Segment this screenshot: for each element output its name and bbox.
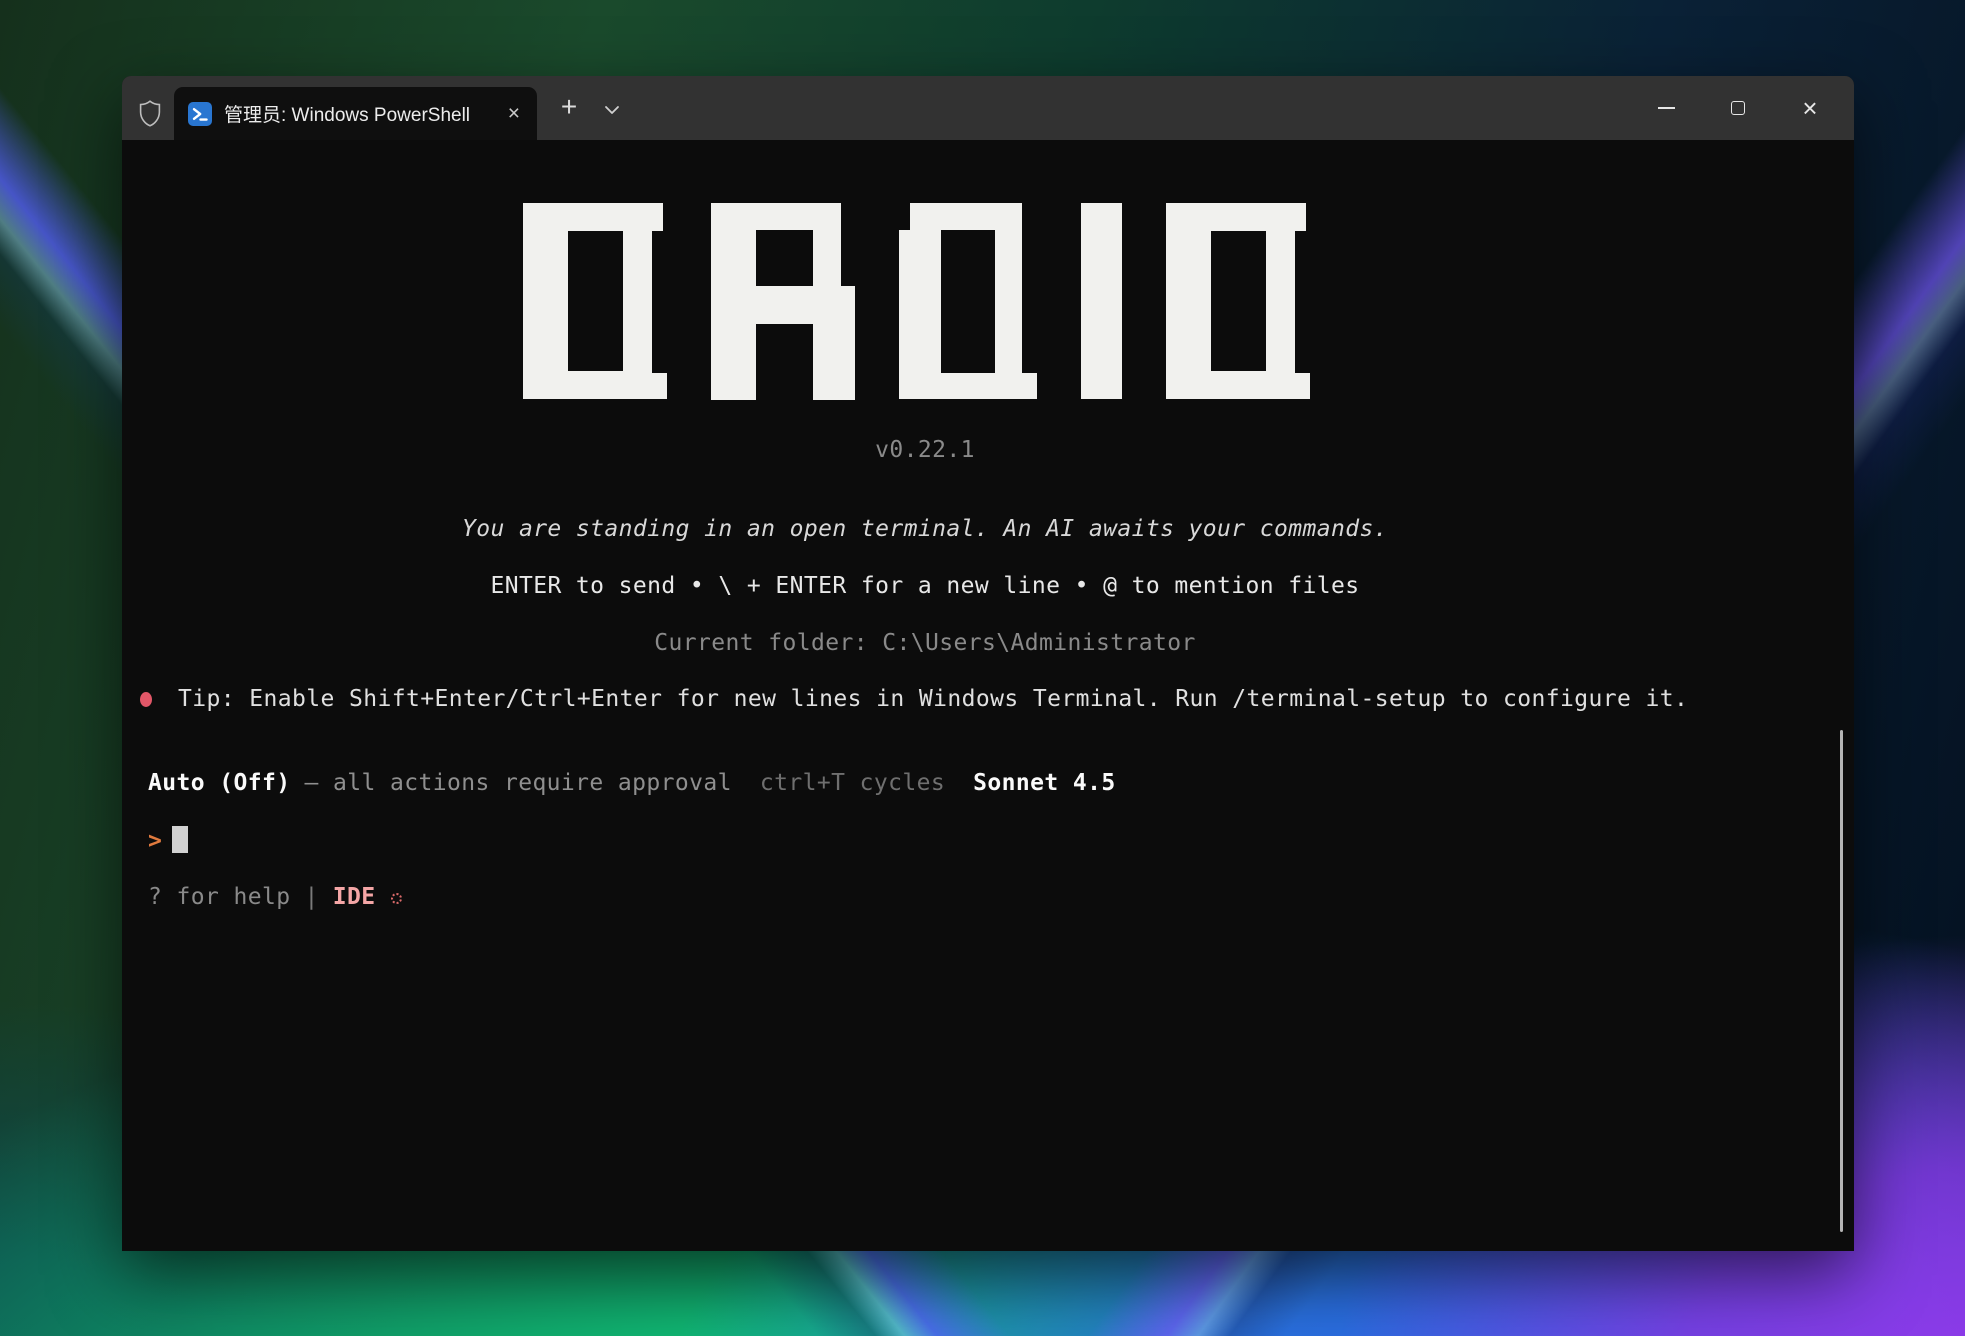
ide-status-label: IDE: [333, 884, 376, 910]
prompt-char: >: [148, 828, 162, 854]
window-controls: ×: [1630, 76, 1846, 140]
version-text: v0.22.1: [122, 436, 1728, 464]
tab-dropdown-chevron-icon[interactable]: [604, 105, 620, 115]
minimize-button[interactable]: [1630, 76, 1702, 140]
keyboard-hints-text: ENTER to send • \ + ENTER for a new line…: [122, 572, 1728, 600]
help-row: ? for help | IDE: [148, 883, 402, 911]
help-separator: |: [304, 884, 318, 910]
tip-row: Tip: Enable Shift+Enter/Ctrl+Enter for n…: [140, 685, 1688, 713]
tagline-text: You are standing in an open terminal. An…: [122, 515, 1728, 543]
maximize-button[interactable]: [1702, 76, 1774, 140]
desktop-wallpaper: 管理员: Windows PowerShell × + × v0.22.1 Yo…: [0, 0, 1965, 1336]
terminal-content[interactable]: v0.22.1 You are standing in an open term…: [122, 140, 1854, 1251]
tab-title: 管理员: Windows PowerShell: [224, 100, 492, 127]
terminal-window: 管理员: Windows PowerShell × + × v0.22.1 Yo…: [122, 76, 1854, 1251]
maximize-icon: [1731, 101, 1745, 115]
close-icon: ×: [1802, 95, 1817, 121]
close-button[interactable]: ×: [1774, 76, 1846, 140]
droid-logo-svg: [523, 203, 1310, 400]
help-text: ? for help: [148, 884, 290, 910]
titlebar[interactable]: 管理员: Windows PowerShell × + ×: [122, 76, 1854, 140]
current-folder-text: Current folder: C:\Users\Administrator: [122, 629, 1728, 657]
cycle-hint: ctrl+T cycles: [760, 770, 945, 796]
ide-connecting-spinner-icon: [391, 893, 402, 904]
auto-mode-label: Auto (Off): [148, 770, 290, 796]
text-cursor: [172, 826, 188, 853]
model-label: Sonnet 4.5: [973, 770, 1115, 796]
tab-close-icon[interactable]: ×: [504, 101, 524, 126]
minimize-icon: [1658, 107, 1675, 109]
scrollbar-thumb[interactable]: [1840, 730, 1843, 1232]
admin-shield-icon: [139, 100, 161, 127]
tab-powershell[interactable]: 管理员: Windows PowerShell ×: [174, 87, 537, 140]
powershell-icon: [188, 102, 212, 126]
new-tab-button[interactable]: +: [552, 90, 586, 126]
status-row: Auto (Off) – all actions require approval…: [148, 769, 1116, 797]
tip-text: Tip: Enable Shift+Enter/Ctrl+Enter for n…: [178, 685, 1688, 713]
tip-bullet-icon: [140, 692, 152, 707]
auto-mode-description: – all actions require approval: [304, 770, 731, 796]
prompt-input[interactable]: >: [148, 826, 188, 855]
